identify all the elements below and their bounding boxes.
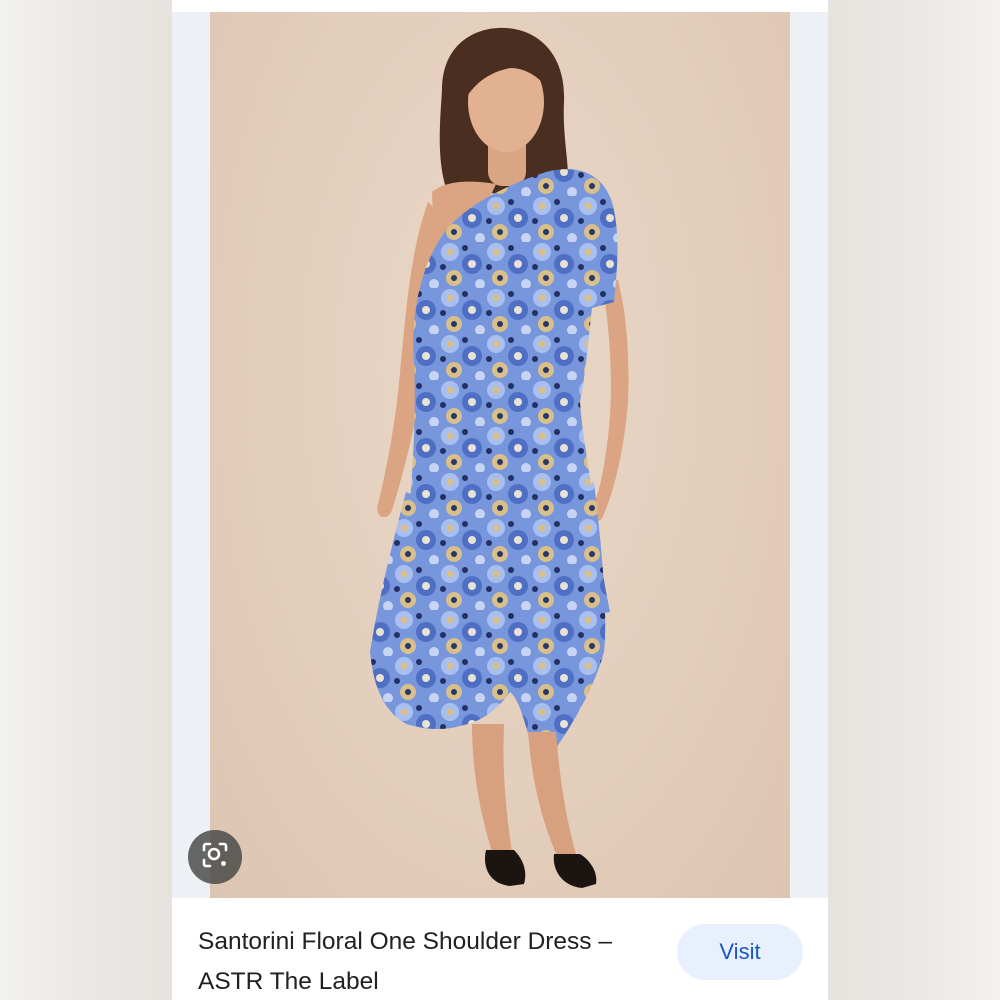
product-image[interactable] <box>210 12 790 898</box>
lens-search-icon <box>200 840 230 875</box>
image-result-card: Santorini Floral One Shoulder Dress – AS… <box>172 0 828 1000</box>
blurred-backdrop-left <box>0 0 172 1000</box>
visit-button[interactable]: Visit <box>677 924 803 980</box>
blurred-backdrop-right <box>828 0 1000 1000</box>
model-illustration <box>370 27 629 888</box>
lens-search-button[interactable] <box>188 830 242 884</box>
result-title[interactable]: Santorini Floral One Shoulder Dress – AS… <box>198 922 658 1000</box>
image-frame <box>172 12 828 898</box>
